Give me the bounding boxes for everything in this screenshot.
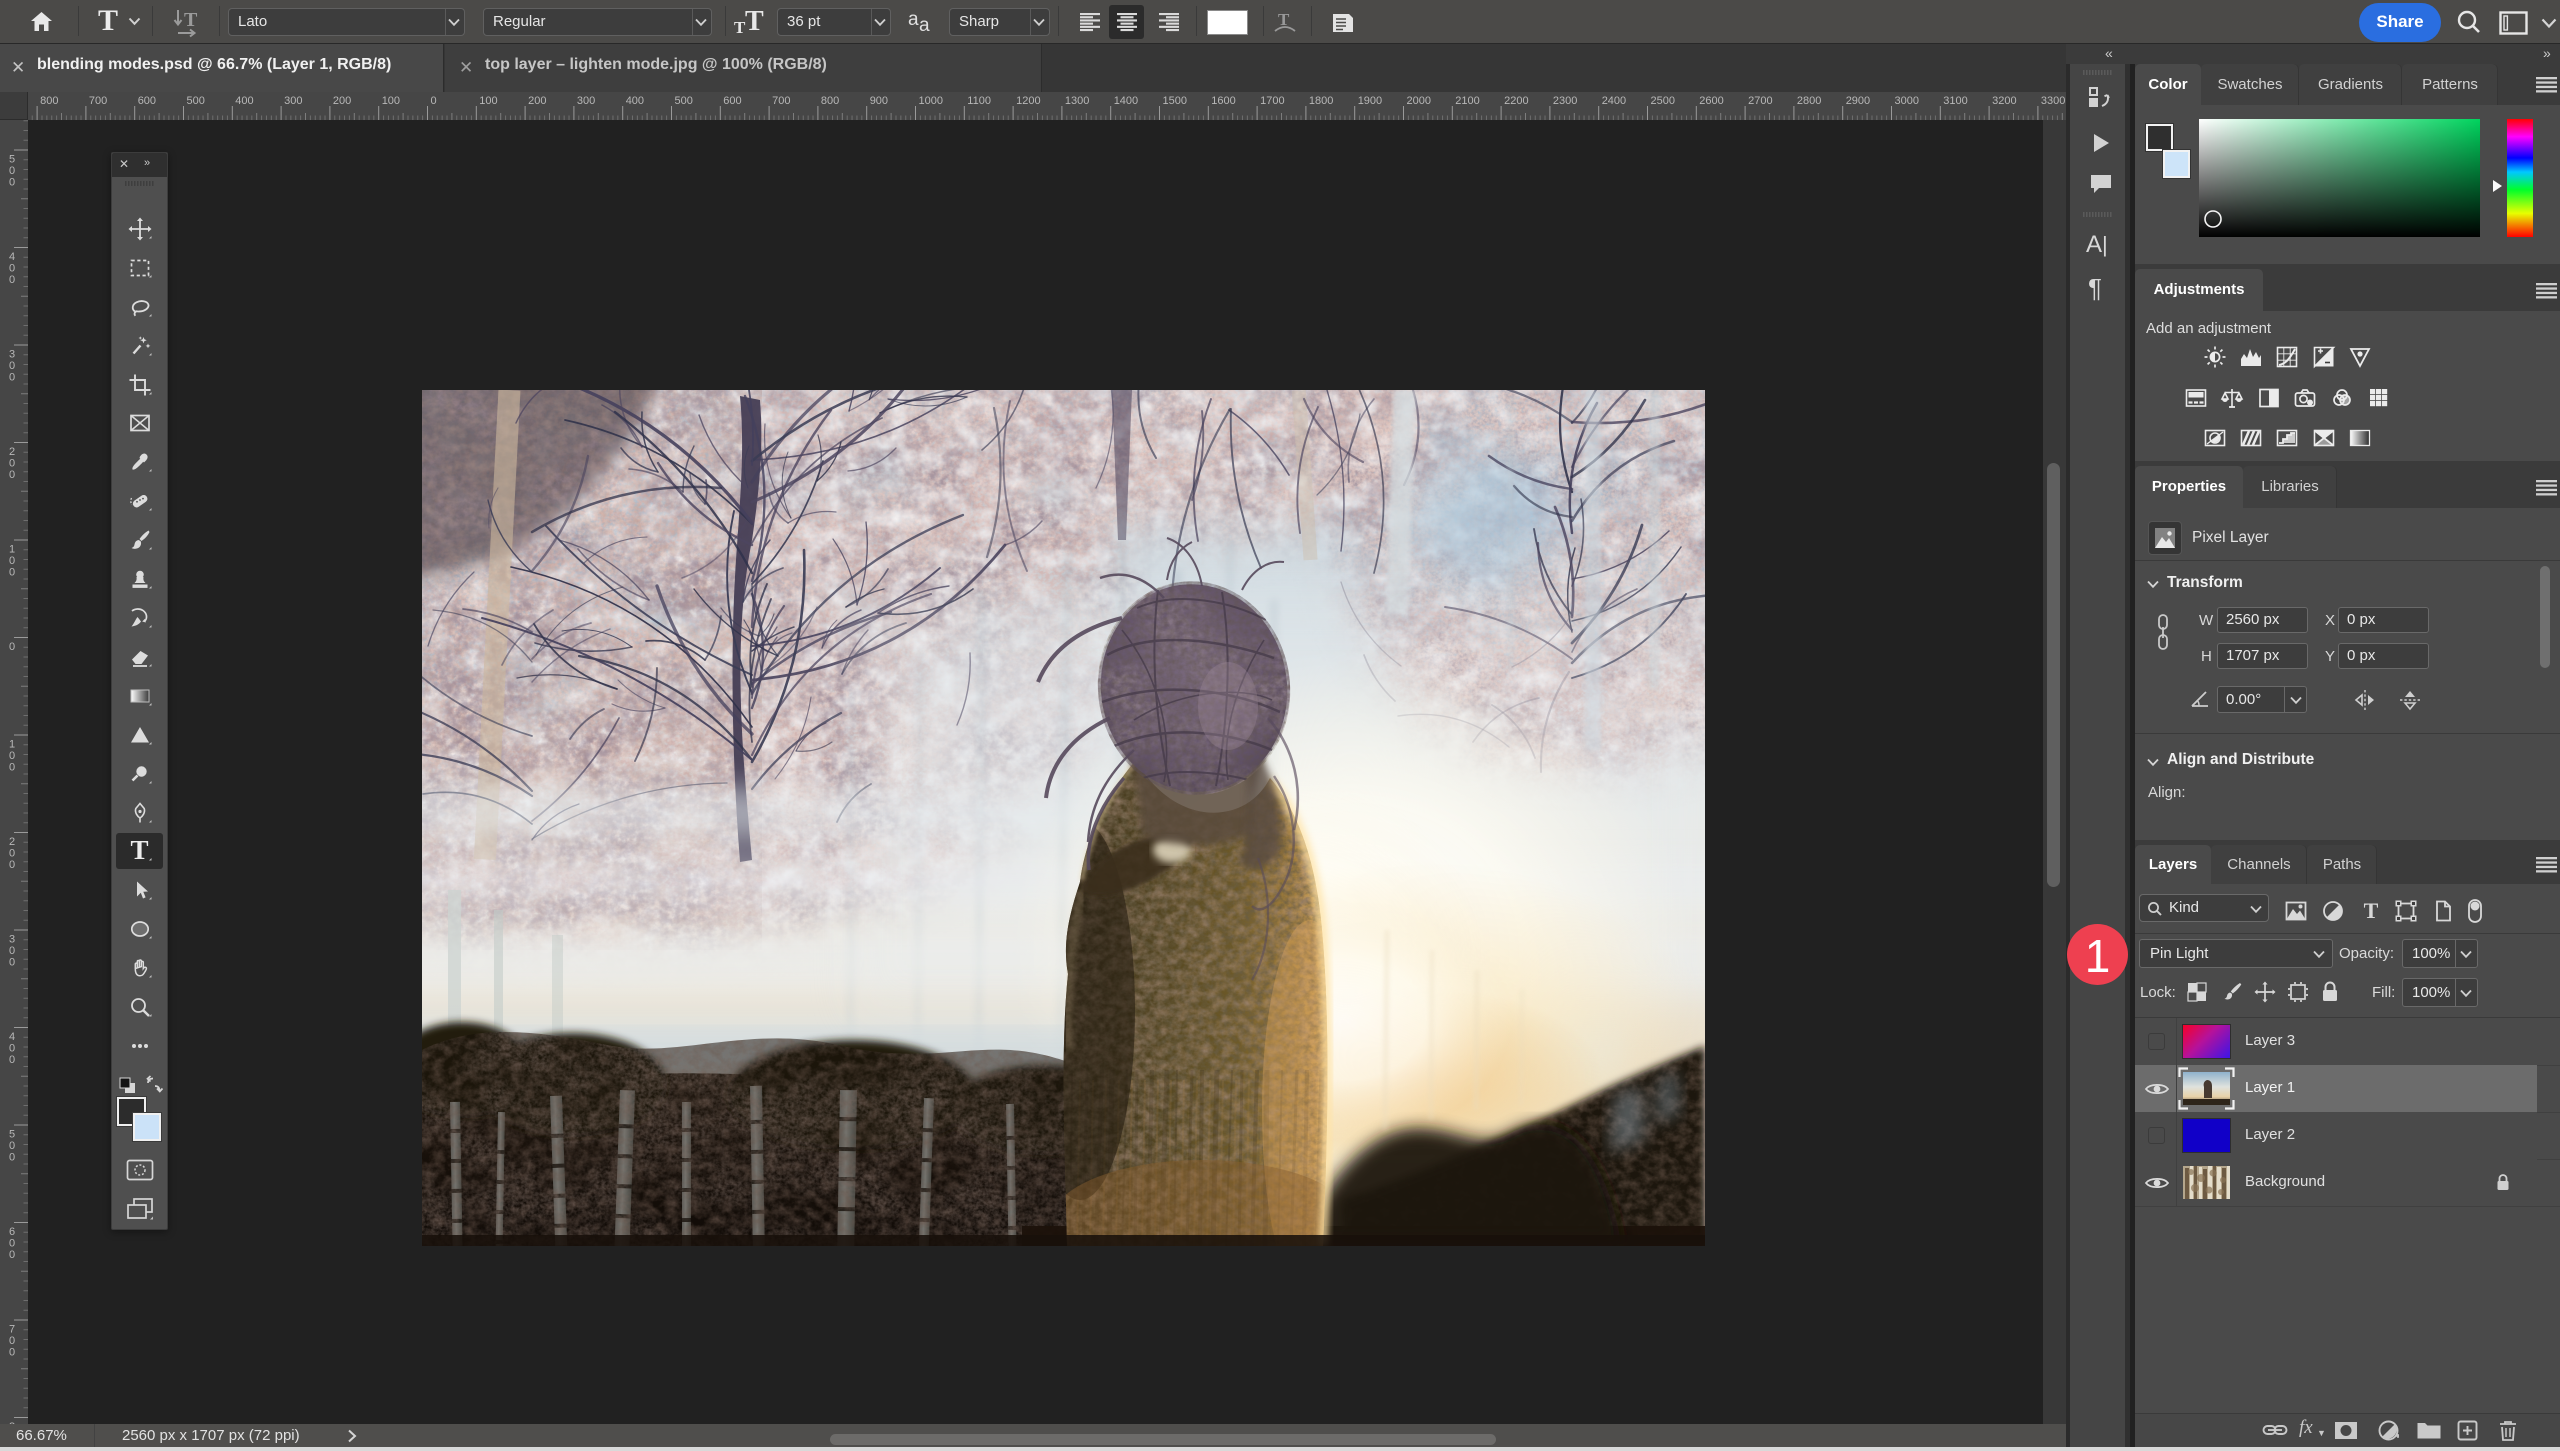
svg-text:0: 0 (9, 360, 15, 372)
svg-text:4: 4 (9, 1031, 15, 1043)
svg-text:100: 100 (382, 95, 400, 107)
svg-text:1500: 1500 (1163, 95, 1187, 107)
svg-text:6: 6 (9, 1226, 15, 1238)
svg-text:200: 200 (528, 95, 546, 107)
svg-text:0: 0 (9, 372, 15, 384)
svg-text:0: 0 (9, 1054, 15, 1066)
svg-text:5: 5 (9, 154, 15, 166)
svg-text:400: 400 (235, 95, 253, 107)
svg-text:7: 7 (9, 1324, 15, 1336)
svg-text:600: 600 (138, 95, 156, 107)
svg-text:0: 0 (9, 274, 15, 286)
svg-text:2800: 2800 (1797, 95, 1821, 107)
svg-text:5: 5 (9, 1129, 15, 1141)
svg-text:0: 0 (9, 1335, 15, 1347)
svg-text:2400: 2400 (1602, 95, 1626, 107)
svg-text:0: 0 (9, 945, 15, 957)
svg-text:3300: 3300 (2041, 95, 2065, 107)
svg-text:0: 0 (9, 1347, 15, 1359)
svg-text:500: 500 (675, 95, 693, 107)
svg-text:2600: 2600 (1699, 95, 1723, 107)
svg-text:1: 1 (9, 544, 15, 556)
svg-text:700: 700 (772, 95, 790, 107)
svg-text:0: 0 (9, 1249, 15, 1261)
svg-text:1600: 1600 (1211, 95, 1235, 107)
svg-text:0: 0 (9, 641, 15, 653)
svg-text:2100: 2100 (1455, 95, 1479, 107)
svg-text:0: 0 (9, 469, 15, 481)
svg-text:2700: 2700 (1748, 95, 1772, 107)
svg-text:1900: 1900 (1358, 95, 1382, 107)
svg-text:2500: 2500 (1651, 95, 1675, 107)
svg-text:1700: 1700 (1260, 95, 1284, 107)
svg-text:T: T (184, 9, 198, 31)
svg-text:300: 300 (577, 95, 595, 107)
svg-text:1: 1 (9, 739, 15, 751)
svg-text:2: 2 (9, 446, 15, 458)
svg-text:0: 0 (9, 859, 15, 871)
svg-text:800: 800 (40, 95, 58, 107)
svg-text:0: 0 (9, 1140, 15, 1152)
svg-text:500: 500 (187, 95, 205, 107)
svg-text:0: 0 (9, 1152, 15, 1164)
svg-text:0: 0 (9, 750, 15, 762)
svg-text:4: 4 (9, 251, 15, 263)
svg-text:1800: 1800 (1309, 95, 1333, 107)
svg-text:0: 0 (9, 458, 15, 470)
svg-text:0: 0 (9, 848, 15, 860)
svg-text:0: 0 (9, 567, 15, 579)
svg-text:0: 0 (9, 177, 15, 189)
svg-text:2000: 2000 (1407, 95, 1431, 107)
svg-text:900: 900 (870, 95, 888, 107)
svg-text:3200: 3200 (1992, 95, 2016, 107)
svg-text:1000: 1000 (919, 95, 943, 107)
svg-text:3000: 3000 (1895, 95, 1919, 107)
svg-text:800: 800 (821, 95, 839, 107)
svg-text:600: 600 (723, 95, 741, 107)
svg-text:200: 200 (333, 95, 351, 107)
svg-text:400: 400 (626, 95, 644, 107)
svg-text:3: 3 (9, 349, 15, 361)
svg-text:0: 0 (9, 1043, 15, 1055)
svg-text:0: 0 (9, 957, 15, 969)
svg-text:0: 0 (431, 95, 437, 107)
svg-text:2200: 2200 (1504, 95, 1528, 107)
svg-text:1400: 1400 (1114, 95, 1138, 107)
svg-text:2: 2 (9, 836, 15, 848)
svg-text:1200: 1200 (1016, 95, 1040, 107)
svg-text:0: 0 (9, 762, 15, 774)
svg-text:2300: 2300 (1553, 95, 1577, 107)
svg-text:300: 300 (284, 95, 302, 107)
svg-text:3100: 3100 (1943, 95, 1967, 107)
svg-text:0: 0 (9, 165, 15, 177)
svg-text:2900: 2900 (1846, 95, 1870, 107)
svg-text:0: 0 (9, 263, 15, 275)
svg-text:1100: 1100 (967, 95, 991, 107)
svg-text:100: 100 (479, 95, 497, 107)
svg-text:3: 3 (9, 934, 15, 946)
svg-text:700: 700 (89, 95, 107, 107)
svg-text:0: 0 (9, 555, 15, 567)
svg-text:0: 0 (9, 1238, 15, 1250)
svg-text:1300: 1300 (1065, 95, 1089, 107)
